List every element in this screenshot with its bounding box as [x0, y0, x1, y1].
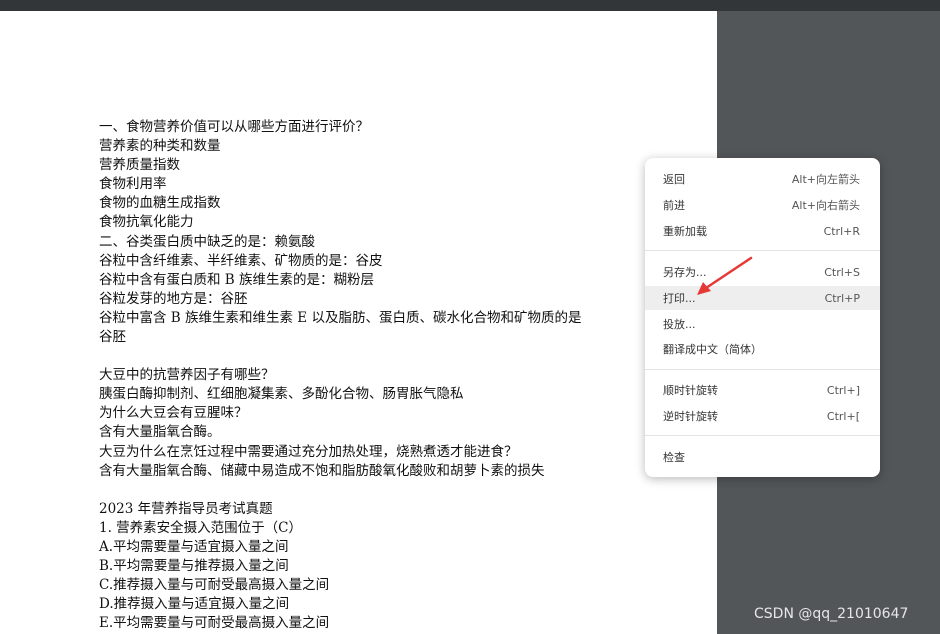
doc-line: 含有大量脂氧合酶。 [99, 424, 221, 441]
menu-item-shortcut: Ctrl+[ [826, 409, 860, 423]
doc-line: E.平均需要量与可耐受最高摄入量之间 [99, 615, 330, 632]
menu-item-label: 逆时针旋转 [663, 410, 718, 423]
menu-item-shortcut: Ctrl+R [823, 224, 860, 238]
doc-line: 谷粒中含纤维素、半纤维素、矿物质的是：谷皮 [99, 252, 383, 269]
doc-line: 营养素的种类和数量 [99, 138, 221, 155]
menu-item-label: 翻译成中文（简体） [663, 343, 762, 356]
viewer-toolbar [0, 0, 940, 11]
red-arrow-annotation [697, 256, 753, 295]
context-menu: 返回 Alt+向左箭头 前进 Alt+向右箭头 重新加载 Ctrl+R 另存为.… [645, 158, 880, 477]
doc-line: 营养质量指数 [99, 157, 180, 174]
menu-item-label: 检查 [663, 451, 685, 464]
menu-separator [645, 369, 880, 370]
doc-line: 食物利用率 [99, 176, 167, 193]
doc-line: 食物的血糖生成指数 [99, 195, 221, 212]
doc-line: 2023 年营养指导员考试真题 [99, 500, 273, 517]
arrow-shaft [704, 256, 753, 290]
doc-line: 含有大量脂氧合酶、储藏中易造成不饱和脂肪酸氧化酸败和胡萝卜素的损失 [99, 462, 545, 479]
doc-blank-line [99, 347, 699, 366]
doc-line: 谷粒发芽的地方是：谷胚 [99, 290, 248, 307]
menu-separator [645, 435, 880, 436]
doc-line: A.平均需要量与适宜摄入量之间 [99, 538, 289, 555]
menu-item-shortcut: Ctrl+P [824, 291, 860, 305]
doc-line: 大豆中的抗营养因子有哪些？ [99, 367, 275, 384]
menu-item-shortcut: Ctrl+S [824, 265, 860, 279]
menu-item-label: 前进 [663, 199, 685, 212]
menu-separator [645, 250, 880, 251]
doc-line: 谷胚 [99, 329, 126, 346]
menu-item-label: 顺时针旋转 [663, 384, 718, 397]
menu-item-reload[interactable]: 重新加载 Ctrl+R [645, 219, 880, 243]
menu-item-label: 返回 [663, 173, 685, 186]
menu-item-back[interactable]: 返回 Alt+向左箭头 [645, 167, 880, 191]
menu-item-translate[interactable]: 翻译成中文（简体） [645, 337, 880, 361]
doc-line: 大豆为什么在烹饪过程中需要通过充分加热处理，烧熟煮透才能进食？ [99, 443, 518, 460]
doc-line: D.推荐摄入量与适宜摄入量之间 [99, 596, 290, 613]
doc-line: 谷粒中富含 B 族维生素和维生素 E 以及脂肪、蛋白质、碳水化合物和矿物质的是 [99, 309, 582, 326]
menu-item-rotate-clockwise[interactable]: 顺时针旋转 Ctrl+] [645, 378, 880, 402]
doc-line: 食物抗氧化能力 [99, 214, 194, 231]
menu-item-inspect[interactable]: 检查 [645, 445, 880, 469]
doc-line: 谷粒中含有蛋白质和 B 族维生素的是：糊粉层 [99, 271, 375, 288]
doc-line: B.平均需要量与推荐摄入量之间 [99, 557, 289, 574]
doc-blank-line [99, 481, 699, 500]
pdf-page: 一、食物营养价值可以从哪些方面进行评价？ 营养素的种类和数量 营养质量指数 食物… [0, 11, 717, 634]
menu-item-cast[interactable]: 投放... [645, 312, 880, 336]
arrow-head [697, 282, 711, 295]
menu-item-forward[interactable]: 前进 Alt+向右箭头 [645, 193, 880, 217]
menu-item-shortcut: Alt+向右箭头 [791, 199, 860, 212]
watermark: CSDN @qq_21010647 [754, 606, 909, 622]
doc-line: 为什么大豆会有豆腥味？ [99, 405, 248, 422]
doc-line: 二、谷类蛋白质中缺乏的是：赖氨酸 [99, 233, 315, 250]
menu-item-shortcut: Alt+向左箭头 [791, 173, 860, 186]
menu-item-label: 投放... [663, 318, 696, 331]
doc-line: 1. 营养素安全摄入范围位于（C） [99, 519, 303, 536]
menu-item-shortcut: Ctrl+] [826, 383, 860, 397]
menu-item-label: 重新加载 [663, 225, 707, 238]
menu-item-rotate-counterclockwise[interactable]: 逆时针旋转 Ctrl+[ [645, 404, 880, 428]
doc-line: 一、食物营养价值可以从哪些方面进行评价？ [99, 119, 369, 135]
doc-line: 胰蛋白酶抑制剂、红细胞凝集素、多酚化合物、肠胃胀气隐私 [99, 386, 464, 403]
doc-line: C.推荐摄入量与可耐受最高摄入量之间 [99, 577, 330, 594]
document-text: 一、食物营养价值可以从哪些方面进行评价？ 营养素的种类和数量 营养质量指数 食物… [99, 118, 699, 633]
